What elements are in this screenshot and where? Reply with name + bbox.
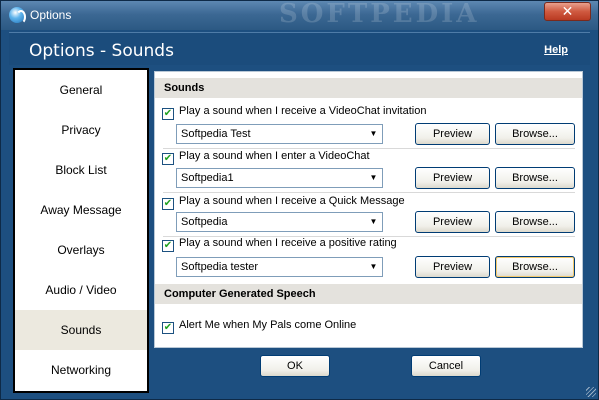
pals-online-checkbox[interactable]: ✔ [162, 322, 174, 334]
chevron-down-icon[interactable]: ▼ [365, 169, 382, 187]
pals-online-option[interactable]: ✔ Alert Me when My Pals come Online [162, 318, 356, 334]
enter-videochat-option[interactable]: ✔ Play a sound when I enter a VideoChat [162, 149, 370, 165]
sidebar-item-audio-video[interactable]: Audio / Video [15, 270, 147, 310]
sidebar-item-sounds[interactable]: Sounds [15, 310, 147, 350]
chevron-down-icon[interactable]: ▼ [365, 258, 382, 276]
check-icon: ✔ [163, 240, 173, 251]
row-divider [163, 192, 575, 193]
quick-message-checkbox[interactable]: ✔ [162, 198, 174, 210]
title-bar[interactable]: Options SOFTPEDIA ✕ [1, 1, 598, 30]
positive-rating-sound-select[interactable]: Softpedia tester ▼ [176, 257, 383, 277]
preview-button-3[interactable]: Preview [415, 211, 490, 233]
videochat-invitation-label: Play a sound when I receive a VideoChat … [179, 105, 427, 117]
close-button[interactable]: ✕ [544, 2, 591, 21]
sidebar-item-block-list[interactable]: Block List [15, 150, 147, 190]
sidebar-item-privacy[interactable]: Privacy [15, 110, 147, 150]
ok-button[interactable]: OK [260, 355, 330, 377]
quick-message-sound-select[interactable]: Softpedia ▼ [176, 212, 383, 232]
select-value: Softpedia1 [181, 172, 234, 184]
cancel-button[interactable]: Cancel [411, 355, 481, 377]
preview-button-1[interactable]: Preview [415, 123, 490, 145]
sidebar-item-general[interactable]: General [15, 70, 147, 110]
videochat-invitation-option[interactable]: ✔ Play a sound when I receive a VideoChat… [162, 104, 426, 120]
sidebar: General Privacy Block List Away Message … [13, 68, 149, 393]
check-icon: ✔ [163, 322, 173, 333]
resize-grip-icon[interactable] [586, 387, 596, 397]
speech-section-title: Computer Generated Speech [155, 284, 582, 304]
enter-videochat-checkbox[interactable]: ✔ [162, 153, 174, 165]
quick-message-label: Play a sound when I receive a Quick Mess… [179, 195, 405, 207]
sounds-panel: Sounds ✔ Play a sound when I receive a Vi… [154, 71, 583, 348]
check-icon: ✔ [163, 153, 173, 164]
sidebar-item-networking[interactable]: Networking [15, 350, 147, 390]
videochat-invitation-sound-select[interactable]: Softpedia Test ▼ [176, 124, 383, 144]
watermark: SOFTPEDIA [279, 0, 480, 29]
window-title: Options [30, 8, 72, 22]
positive-rating-label: Play a sound when I receive a positive r… [179, 237, 397, 249]
browse-button-2[interactable]: Browse... [495, 167, 575, 189]
page-header: Options - Sounds Help [9, 32, 590, 65]
pals-online-label: Alert Me when My Pals come Online [179, 319, 357, 331]
quick-message-option[interactable]: ✔ Play a sound when I receive a Quick Mes… [162, 194, 405, 210]
positive-rating-option[interactable]: ✔ Play a sound when I receive a positive … [162, 236, 397, 252]
select-value: Softpedia Test [181, 128, 251, 140]
help-link[interactable]: Help [544, 44, 568, 56]
check-icon: ✔ [163, 108, 173, 119]
close-icon: ✕ [561, 3, 574, 19]
enter-videochat-sound-select[interactable]: Softpedia1 ▼ [176, 168, 383, 188]
preview-button-4[interactable]: Preview [415, 256, 490, 278]
sidebar-item-overlays[interactable]: Overlays [15, 230, 147, 270]
browse-button-1[interactable]: Browse... [495, 123, 575, 145]
sidebar-item-away-message[interactable]: Away Message [15, 190, 147, 230]
select-value: Softpedia [181, 216, 228, 228]
app-globe-icon [9, 7, 26, 24]
chevron-down-icon[interactable]: ▼ [365, 125, 382, 143]
enter-videochat-label: Play a sound when I enter a VideoChat [179, 150, 370, 162]
page-title: Options - Sounds [29, 41, 174, 61]
chevron-down-icon[interactable]: ▼ [365, 213, 382, 231]
check-icon: ✔ [163, 198, 173, 209]
preview-button-2[interactable]: Preview [415, 167, 490, 189]
positive-rating-checkbox[interactable]: ✔ [162, 240, 174, 252]
videochat-invitation-checkbox[interactable]: ✔ [162, 108, 174, 120]
browse-button-4[interactable]: Browse... [495, 256, 575, 278]
sounds-section-title: Sounds [155, 78, 582, 98]
select-value: Softpedia tester [181, 261, 259, 273]
browse-button-3[interactable]: Browse... [495, 211, 575, 233]
options-window: Options SOFTPEDIA ✕ Options - Sounds Hel… [0, 0, 599, 400]
